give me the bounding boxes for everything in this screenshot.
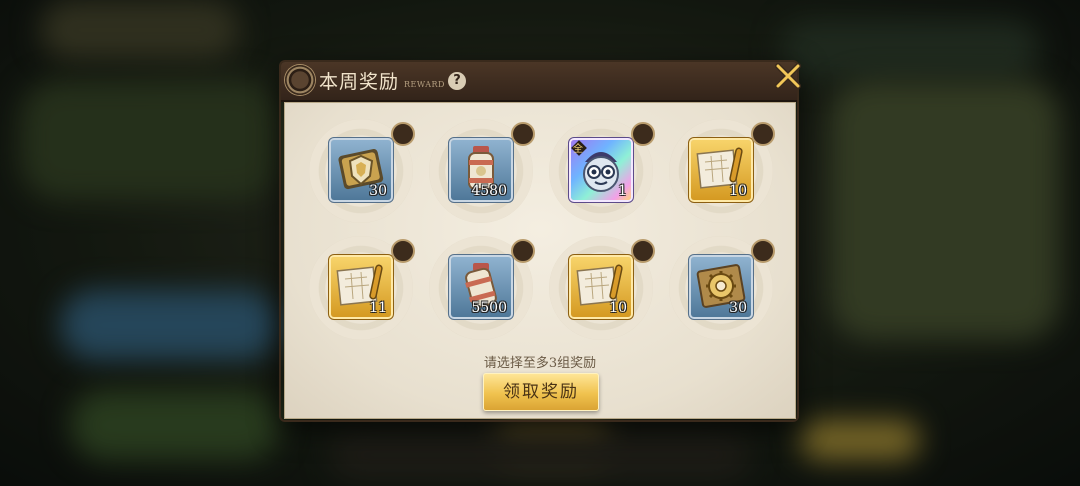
select-checkbox[interactable]: [751, 122, 775, 146]
select-checkbox[interactable]: [511, 239, 535, 263]
reward-tile[interactable]: 全 1: [571, 140, 631, 200]
reward-item[interactable]: 10: [545, 234, 665, 344]
reward-item[interactable]: 10: [665, 117, 785, 227]
select-checkbox[interactable]: [391, 239, 415, 263]
emblem-icon: [285, 65, 315, 95]
weekly-reward-dialog: 本周奖励 REWARD ? 30 4580 全 1 10 11 5500 10 …: [281, 62, 801, 420]
dialog-title: 本周奖励: [319, 71, 400, 93]
item-quantity: 11: [369, 300, 387, 316]
reward-tile[interactable]: 11: [331, 257, 391, 317]
reward-item[interactable]: 5500: [425, 234, 545, 344]
close-icon[interactable]: [771, 59, 805, 93]
select-checkbox[interactable]: [751, 239, 775, 263]
select-checkbox[interactable]: [391, 122, 415, 146]
item-quantity: 5500: [471, 300, 507, 316]
reward-tile[interactable]: 30: [331, 140, 391, 200]
dialog-header: 本周奖励 REWARD ?: [281, 62, 797, 102]
item-quantity: 10: [729, 183, 747, 199]
select-checkbox[interactable]: [511, 122, 535, 146]
tier-badge: 全: [573, 144, 583, 155]
reward-item[interactable]: 4580: [425, 117, 545, 227]
reward-panel: 30 4580 全 1 10 11 5500 10 30 请选择至多3组奖励 领…: [284, 102, 796, 419]
reward-tile[interactable]: 30: [691, 257, 751, 317]
reward-item[interactable]: 11: [305, 234, 425, 344]
item-quantity: 10: [609, 300, 627, 316]
select-checkbox[interactable]: [631, 239, 655, 263]
claim-reward-button[interactable]: 领取奖励: [483, 373, 599, 411]
item-quantity: 30: [369, 183, 387, 199]
item-quantity: 4580: [471, 183, 507, 199]
question-icon[interactable]: ?: [448, 72, 466, 90]
dialog-subtitle: REWARD: [404, 80, 445, 89]
item-quantity: 30: [729, 300, 747, 316]
select-checkbox[interactable]: [631, 122, 655, 146]
reward-item[interactable]: 30: [665, 234, 785, 344]
selection-hint: 请选择至多3组奖励: [483, 356, 597, 371]
item-quantity: 1: [618, 183, 627, 199]
reward-tile[interactable]: 10: [691, 140, 751, 200]
reward-item[interactable]: 30: [305, 117, 425, 227]
reward-tile[interactable]: 5500: [451, 257, 511, 317]
reward-tile[interactable]: 10: [571, 257, 631, 317]
reward-tile[interactable]: 4580: [451, 140, 511, 200]
reward-item[interactable]: 全 1: [545, 117, 665, 227]
